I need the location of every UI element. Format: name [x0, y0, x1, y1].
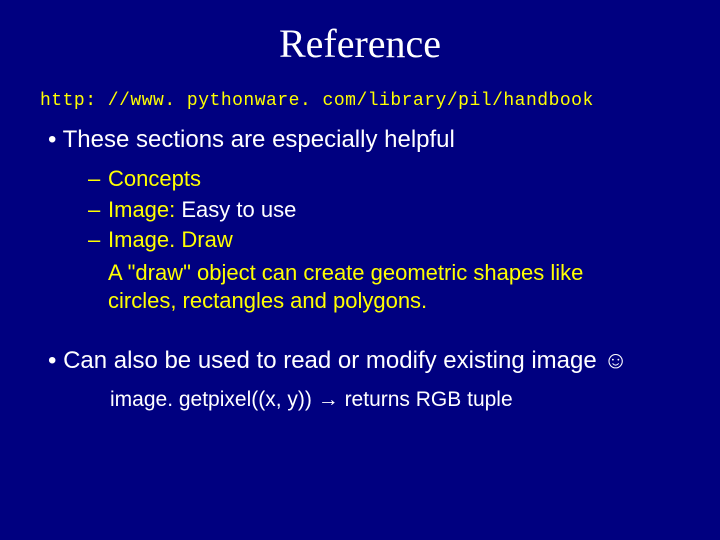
dash-icon: –: [88, 196, 108, 225]
code-result: returns RGB tuple: [339, 388, 513, 411]
slide: Reference http: //www. pythonware. com/l…: [0, 0, 720, 540]
sub-item-concepts: –Concepts: [88, 165, 680, 194]
slide-title: Reference: [40, 20, 680, 67]
sub-item-imagedraw: –Image. Draw: [88, 226, 680, 255]
bullet-text: • Can also be used to read or modify exi…: [48, 347, 603, 374]
bullet-read-modify: • Can also be used to read or modify exi…: [48, 346, 680, 376]
dash-icon: –: [88, 226, 108, 255]
code-example: image. getpixel((x, y)) → returns RGB tu…: [110, 386, 680, 413]
bullet-sections-helpful: • These sections are especially helpful: [48, 125, 680, 155]
sub-item-label: Concepts: [108, 166, 201, 191]
sub-item-label: Image. Draw: [108, 227, 233, 252]
sub-item-description: A "draw" object can create geometric sha…: [108, 259, 650, 316]
smile-icon: ☺: [603, 347, 628, 374]
arrow-icon: →: [318, 388, 339, 411]
sub-item-note: Easy to use: [175, 197, 296, 222]
sub-item-label: Image:: [108, 197, 175, 222]
sub-list: –Concepts –Image: Easy to use –Image. Dr…: [88, 165, 680, 255]
dash-icon: –: [88, 165, 108, 194]
code-call: image. getpixel((x, y)): [110, 388, 318, 411]
sub-item-image: –Image: Easy to use: [88, 196, 680, 225]
reference-url: http: //www. pythonware. com/library/pil…: [40, 91, 680, 111]
